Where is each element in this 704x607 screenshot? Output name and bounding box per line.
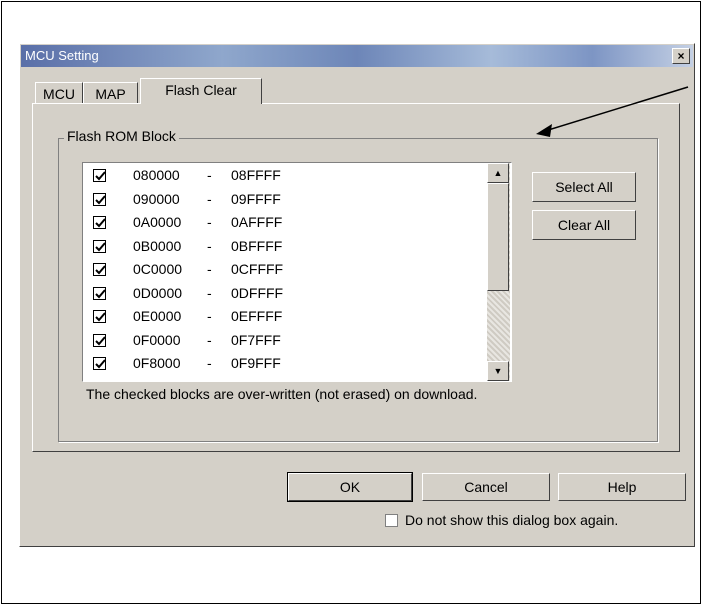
tab-flash-clear[interactable]: Flash Clear	[140, 78, 262, 104]
annotation-arrow	[536, 86, 689, 137]
tab-label: Flash Clear	[165, 82, 237, 98]
